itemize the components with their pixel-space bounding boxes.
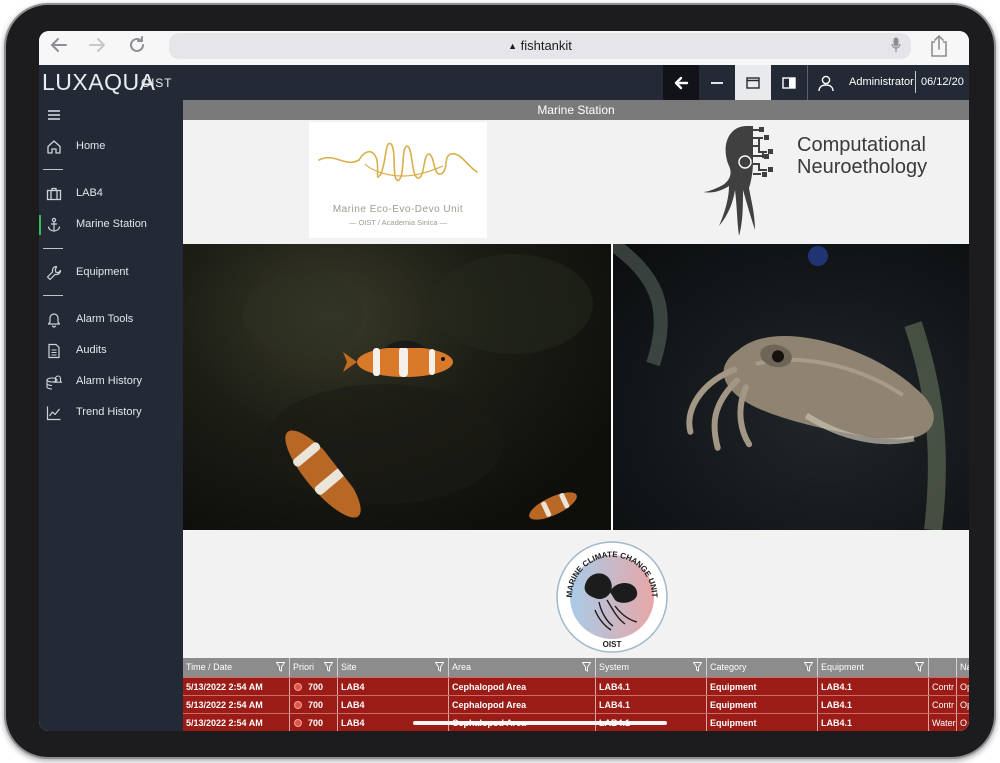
table-header: Time / Date Priori Site Area System Cate… xyxy=(183,658,969,677)
sidebar-item-alarm-tools[interactable]: Alarm Tools xyxy=(39,307,183,333)
priority-dot-icon xyxy=(294,683,302,691)
column-header-equipment[interactable]: Equipment xyxy=(818,658,929,677)
forward-arrow-icon[interactable] xyxy=(85,35,109,59)
column-header-priority[interactable]: Priori xyxy=(290,658,338,677)
active-indicator xyxy=(39,215,41,235)
unit-name: Marine Eco-Evo-Devo Unit xyxy=(332,204,464,215)
sidebar-item-audits[interactable]: Audits xyxy=(39,338,183,364)
lock-icon: ▲ xyxy=(508,41,517,51)
org-name: OIST xyxy=(141,76,173,90)
sidebar-item-lab4[interactable]: LAB4 xyxy=(39,181,183,207)
photo-row xyxy=(183,244,969,530)
window-icon xyxy=(746,76,760,89)
priority-dot-icon xyxy=(294,701,302,709)
app-header: LUXAQUA OIST Administrator 06/12/20 xyxy=(39,65,969,100)
badge-area: MARINE CLIMATE CHANGE UNIT OIST xyxy=(183,530,969,658)
menu-toggle-icon[interactable] xyxy=(48,110,60,120)
column-header-site[interactable]: Site xyxy=(338,658,449,677)
layout-full-button[interactable] xyxy=(735,65,771,100)
sidebar-divider xyxy=(43,169,63,170)
page-title-bar: Marine Station xyxy=(183,100,969,120)
sidebar-item-equipment[interactable]: Equipment xyxy=(39,260,183,286)
app-logo: LUXAQUA xyxy=(42,69,156,95)
url-text: fishtankit xyxy=(520,38,572,53)
filter-icon[interactable] xyxy=(582,662,591,672)
screen: ▲ fishtankit LUXAQUA OIST Administrator … xyxy=(39,31,969,731)
computational-neuroethology-text: Computational Neuroethology xyxy=(797,134,928,178)
eco-evo-devo-logo: Marine Eco-Evo-Devo Unit — OIST / Academ… xyxy=(309,122,487,238)
sidebar-divider xyxy=(43,295,63,296)
filter-icon[interactable] xyxy=(276,662,285,672)
user-name: Administrator xyxy=(849,76,914,88)
unit-subtitle: — OIST / Academia Sinica — xyxy=(348,218,448,227)
filter-icon[interactable] xyxy=(804,662,813,672)
sidebar-item-home[interactable]: Home xyxy=(39,134,183,160)
filter-icon[interactable] xyxy=(693,662,702,672)
back-button[interactable] xyxy=(663,65,699,100)
sidebar-divider xyxy=(43,248,63,249)
line-chart-icon xyxy=(46,406,61,421)
column-header-category[interactable]: Category xyxy=(707,658,818,677)
split-window-icon xyxy=(782,76,796,89)
sidebar-item-trend-history[interactable]: Trend History xyxy=(39,400,183,426)
octopus-neuro-logo-icon xyxy=(703,126,773,236)
microphone-icon[interactable] xyxy=(891,37,901,53)
marine-climate-change-badge: MARINE CLIMATE CHANGE UNIT OIST xyxy=(556,541,668,653)
reload-icon[interactable] xyxy=(125,35,149,59)
back-arrow-icon[interactable] xyxy=(47,35,71,59)
clownfish-photo xyxy=(183,244,611,530)
column-header-system[interactable]: System xyxy=(596,658,707,677)
main-content: Marine Station Marine Eco-Evo-Devo Unit … xyxy=(183,100,969,731)
document-icon xyxy=(48,343,60,359)
home-indicator[interactable] xyxy=(413,721,667,725)
filter-icon[interactable] xyxy=(435,662,444,672)
filter-icon[interactable] xyxy=(324,662,333,672)
squiggle-logo-icon xyxy=(318,142,478,181)
user-icon xyxy=(817,75,834,91)
sidebar-item-alarm-history[interactable]: Alarm History xyxy=(39,369,183,395)
priority-dot-icon xyxy=(294,719,302,727)
sidebar-item-marine-station[interactable]: Marine Station xyxy=(39,212,183,238)
bell-icon xyxy=(47,313,61,328)
svg-text:OIST: OIST xyxy=(603,640,622,649)
filter-icon[interactable] xyxy=(915,662,924,672)
table-row[interactable]: 5/13/2022 2:54 AM 700 LAB4 Cephalopod Ar… xyxy=(183,695,969,714)
cuttlefish-photo xyxy=(613,244,969,530)
column-header-time[interactable]: Time / Date xyxy=(183,658,290,677)
header-date: 06/12/20 xyxy=(921,76,964,88)
column-header-blank[interactable] xyxy=(929,658,957,677)
table-row[interactable]: 5/13/2022 2:54 AM 700 LAB4 Cephalopod Ar… xyxy=(183,677,969,696)
page-title: Marine Station xyxy=(537,103,615,117)
browser-toolbar: ▲ fishtankit xyxy=(39,31,969,65)
share-icon[interactable] xyxy=(929,34,949,58)
header-divider xyxy=(915,71,916,93)
column-header-name[interactable]: Na xyxy=(957,658,969,677)
address-bar[interactable]: ▲ fishtankit xyxy=(169,33,911,59)
home-icon xyxy=(47,140,61,154)
layout-split-button[interactable] xyxy=(771,65,807,100)
user-button[interactable] xyxy=(807,65,843,100)
database-bell-icon xyxy=(46,375,62,390)
arrow-left-icon xyxy=(674,76,689,89)
minimize-button[interactable] xyxy=(699,65,735,100)
anchor-icon xyxy=(47,217,61,232)
wrench-icon xyxy=(46,265,62,281)
briefcase-icon xyxy=(46,187,62,201)
sidebar: Home LAB4 Marine Station Equipment Alarm… xyxy=(39,100,183,731)
column-header-area[interactable]: Area xyxy=(449,658,596,677)
logo-banner: Marine Eco-Evo-Devo Unit — OIST / Academ… xyxy=(183,120,969,244)
minus-icon xyxy=(711,81,723,84)
